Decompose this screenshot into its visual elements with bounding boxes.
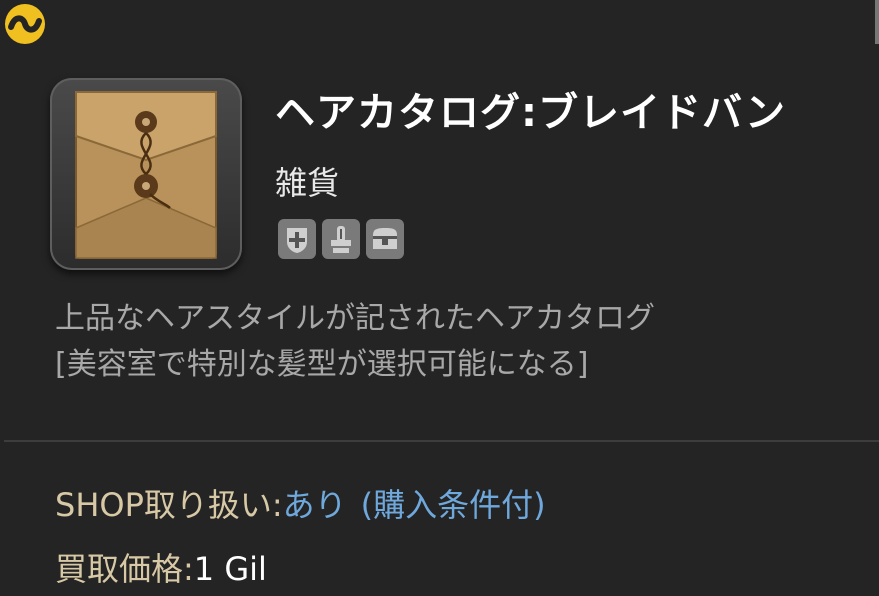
unique-icon (278, 219, 316, 259)
shop-value-link[interactable]: あり (283, 486, 347, 524)
description-line: [美容室で特別な髪型が選択可能になる] (55, 347, 589, 382)
shop-info: SHOP取り扱い:あり (購入条件付) (55, 480, 546, 526)
storage-icon (366, 219, 404, 259)
description-line: 上品なヘアスタイルが記されたヘアカタログ (55, 301, 655, 336)
divider (4, 440, 879, 442)
sell-value: 1 Gil (193, 550, 267, 588)
shop-label: SHOP取り扱い: (55, 486, 283, 524)
app-logo-icon (3, 3, 47, 45)
sell-label: 買取価格: (55, 550, 194, 588)
item-envelope-icon (50, 78, 242, 270)
sell-price: 買取価格:1 Gil (55, 544, 267, 590)
item-name: ヘアカタログ:ブレイドバン (275, 90, 786, 136)
untradable-icon (322, 219, 360, 259)
item-category: 雑貨 (275, 164, 340, 202)
shop-condition-link[interactable]: (購入条件付) (361, 486, 546, 524)
scrollbar[interactable] (875, 0, 879, 44)
item-description: 上品なヘアスタイルが記されたヘアカタログ [美容室で特別な髪型が選択可能になる] (55, 296, 655, 388)
item-flags (278, 219, 404, 259)
